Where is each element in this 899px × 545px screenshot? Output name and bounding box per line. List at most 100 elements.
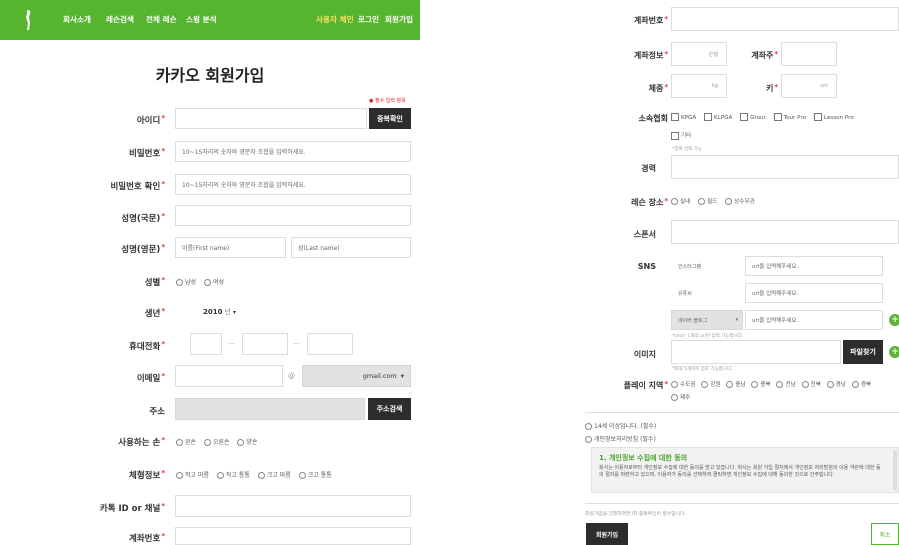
lesson-place-options: 실내 필드 상수무관 — [671, 197, 761, 205]
sns-youtube-name: 유튜브 — [671, 283, 743, 303]
phone-label: 휴대전화* — [129, 340, 165, 352]
place-field-radio[interactable]: 필드 — [698, 198, 717, 205]
file-find-button[interactable]: 파일찾기 — [843, 340, 883, 364]
region-gyeongnam-radio[interactable]: 경남 — [826, 381, 846, 388]
assoc-gtour-checkbox[interactable]: Gtour — [740, 113, 766, 121]
birth-label: 생년* — [144, 307, 165, 319]
body-small-thin-radio[interactable]: 작고 마름 — [176, 472, 209, 479]
region-chungbuk-radio[interactable]: 충북 — [751, 381, 771, 388]
image-label: 이미지 — [633, 350, 656, 359]
career-input[interactable] — [671, 155, 899, 179]
signup-button[interactable]: 회원가입 — [586, 523, 628, 545]
bank-input[interactable]: 은행 — [671, 42, 727, 66]
account-no-label-right: 계좌번호* — [633, 15, 668, 25]
id-input[interactable] — [175, 108, 367, 129]
sns-instagram-name: 인스타그램 — [671, 256, 743, 276]
lesson-place-label: 레슨 장소* — [631, 197, 668, 207]
agree-privacy-radio[interactable]: 개인정보처리방침 (필수) — [585, 434, 656, 443]
password-label: 비밀번호* — [129, 147, 165, 159]
signup-note: 회원가입을 진행하려면 ID 중복확인이 필수입니다. — [585, 512, 686, 517]
birth-year-select[interactable]: 2010 년 ▾ — [203, 304, 243, 320]
holder-input[interactable] — [781, 42, 837, 66]
dup-check-button[interactable]: 중복확인 — [369, 108, 411, 129]
account-no-input-right[interactable] — [671, 7, 899, 31]
sponsor-label: 스폰서 — [633, 230, 656, 239]
phone-separator-2: — — [293, 339, 300, 347]
nav-item-all-lessons[interactable]: 전체 레슨 — [146, 14, 177, 25]
name-kr-input[interactable] — [175, 205, 411, 226]
sns-type-select[interactable]: 네이버 블로그 ▾ — [671, 310, 743, 330]
body-tall-chubby-radio[interactable]: 크고 통통 — [298, 472, 332, 479]
account-number-label: 계좌번호* — [129, 532, 165, 544]
sponsor-input[interactable] — [671, 220, 899, 244]
account-number-input[interactable] — [175, 527, 411, 545]
image-file-input[interactable] — [671, 340, 841, 364]
id-label: 아이디* — [136, 114, 165, 126]
career-label: 경력 — [641, 164, 656, 173]
email-user-input[interactable] — [175, 365, 283, 387]
nav-item-signup[interactable]: 회원가입 — [385, 14, 413, 25]
phone-part2-input[interactable] — [242, 333, 288, 355]
phone-part1-input[interactable] — [190, 333, 222, 355]
add-image-plus-icon[interactable]: + — [889, 346, 899, 358]
region-label: 플레이 지역* — [623, 380, 668, 390]
nav-item-swing-analysis[interactable]: 스윙 분석 — [186, 14, 217, 25]
place-indoor-radio[interactable]: 실내 — [671, 198, 690, 205]
gender-male-radio[interactable]: 남성 — [176, 279, 196, 286]
address-search-button[interactable]: 주소검색 — [368, 398, 411, 420]
region-capital-radio[interactable]: 수도권 — [671, 381, 695, 388]
agree-age-radio[interactable]: 14세 이상입니다. (필수) — [585, 421, 656, 430]
privacy-title: 1. 개인정보 수집에 대한 동의 — [599, 454, 688, 462]
weight-input[interactable]: kg — [671, 74, 727, 98]
height-input[interactable]: cm — [781, 74, 837, 98]
assoc-kpga-checkbox[interactable]: KPGA — [671, 113, 696, 121]
divider — [585, 412, 899, 413]
body-small-chubby-radio[interactable]: 작고 통통 — [216, 472, 250, 479]
hand-both-radio[interactable]: 양손 — [237, 439, 258, 446]
nav-item-about[interactable]: 회사소개 — [63, 14, 91, 25]
cancel-button[interactable]: 취소 — [871, 523, 899, 545]
sns-label: SNS — [637, 262, 656, 271]
body-tall-thin-radio[interactable]: 크고 마름 — [257, 472, 291, 479]
assoc-other-checkbox[interactable]: 기타 — [671, 131, 691, 140]
sns-blog-url-input[interactable]: url을 입력해주세요. — [745, 310, 883, 330]
sns-instagram-url-input[interactable]: url을 입력해주세요. — [745, 256, 883, 276]
region-jeonbuk-radio[interactable]: 전북 — [801, 381, 821, 388]
assoc-lessonpro-checkbox[interactable]: Lesson Pro — [813, 113, 854, 121]
body-type-options: 작고 마름 작고 통통 크고 마름 크고 통통 — [176, 470, 338, 479]
assoc-klpga-checkbox[interactable]: KLPGA — [703, 113, 732, 121]
first-name-input[interactable]: 이름(First name) — [175, 237, 286, 258]
hand-label: 사용하는 손* — [118, 436, 165, 448]
assoc-tourpro-checkbox[interactable]: Tour Pro — [773, 113, 806, 121]
phone-part3-input[interactable] — [307, 333, 353, 355]
gender-label: 성별* — [144, 276, 165, 288]
add-sns-plus-icon[interactable]: + — [889, 314, 899, 326]
privacy-policy-box[interactable]: 1. 개인정보 수집에 대한 동의 회사는 이용자로부터 개인정보 수집에 대한… — [591, 447, 899, 493]
email-domain-select[interactable]: gmail.com ▾ — [302, 365, 411, 387]
hand-right-radio[interactable]: 오른손 — [203, 439, 230, 446]
password-input[interactable]: 10~15자리의 숫자와 영문자 조합을 입력하세요. — [175, 141, 411, 162]
last-name-input[interactable]: 성(Last name) — [291, 237, 411, 258]
hand-left-radio[interactable]: 왼손 — [176, 439, 196, 446]
email-label: 이메일* — [136, 372, 165, 384]
nav-item-login[interactable]: 로그인 — [358, 14, 379, 25]
required-note: ● 필수 입력 항목 — [369, 98, 406, 104]
nav-item-lesson-search[interactable]: 레슨검색 — [106, 14, 134, 25]
sns-youtube-url-input[interactable]: url을 입력해주세요. — [745, 283, 883, 303]
region-chungnam-radio[interactable]: 충남 — [726, 381, 746, 388]
place-any-radio[interactable]: 상수무관 — [725, 198, 755, 205]
region-jeonnam-radio[interactable]: 전남 — [776, 381, 796, 388]
kakao-id-label: 카톡 ID or 채널* — [99, 502, 165, 514]
region-gangwon-radio[interactable]: 강원 — [701, 381, 721, 388]
privacy-scrollbar[interactable] — [893, 450, 897, 490]
address-input[interactable] — [175, 398, 365, 420]
nav-item-user-switch[interactable]: 사용자 체인 — [316, 14, 354, 25]
top-nav: 회사소개 레슨검색 전체 레슨 스윙 분석 사용자 체인 로그인 회원가입 — [0, 0, 420, 40]
name-en-label: 성명(영문)* — [121, 243, 165, 255]
gender-female-radio[interactable]: 여성 — [203, 279, 224, 286]
golfer-logo-icon[interactable] — [24, 9, 32, 31]
region-gyeongbuk-radio[interactable]: 경북 — [851, 381, 871, 388]
password-confirm-input[interactable]: 10~15자리의 숫자와 영문자 조합을 입력하세요. — [175, 174, 411, 195]
kakao-id-input[interactable] — [175, 495, 411, 517]
region-jeju-radio[interactable]: 제주 — [671, 393, 690, 401]
